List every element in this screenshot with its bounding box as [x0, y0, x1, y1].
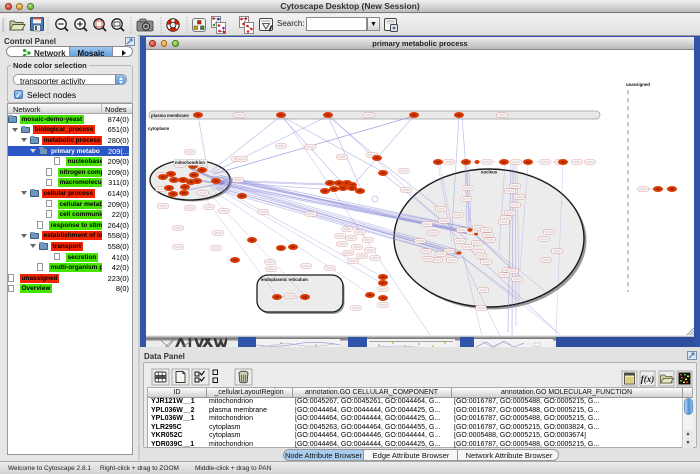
svg-text:nucleus: nucleus — [481, 170, 498, 175]
svg-text:mitochondrion: mitochondrion — [175, 160, 205, 165]
svg-text:endoplasmic reticulum: endoplasmic reticulum — [261, 277, 308, 282]
svg-text:unassigned: unassigned — [626, 82, 650, 87]
svg-text:f(x): f(x) — [641, 374, 655, 384]
svg-text:plasma membrane: plasma membrane — [151, 113, 189, 118]
svg-text:cytoplasm: cytoplasm — [148, 126, 169, 131]
